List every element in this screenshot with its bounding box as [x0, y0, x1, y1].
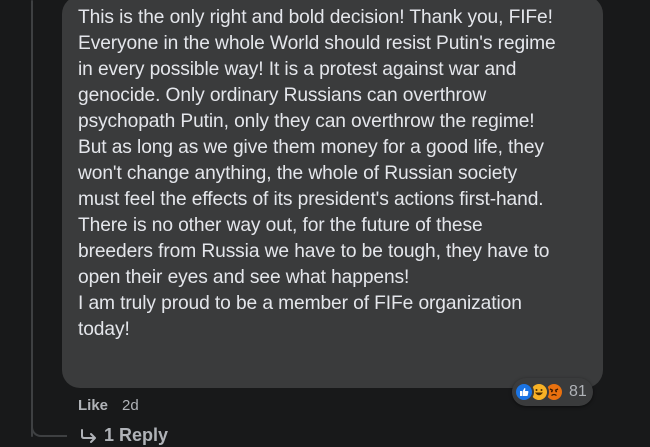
like-button[interactable]: Like — [78, 397, 108, 414]
reaction-count: 81 — [569, 383, 587, 400]
comment-bubble: This is the only right and bold decision… — [62, 0, 603, 388]
thread-line — [31, 0, 33, 437]
like-reaction-icon — [514, 382, 534, 402]
view-replies-button[interactable]: 1 Reply — [80, 425, 168, 446]
comment-actions: Like 2d — [78, 397, 139, 414]
comment-timestamp[interactable]: 2d — [122, 397, 139, 414]
thread-branch-connector — [31, 395, 67, 437]
comment-text: This is the only right and bold decision… — [78, 7, 556, 340]
replies-label: 1 Reply — [104, 425, 169, 445]
reply-arrow-icon — [80, 428, 98, 443]
reaction-summary[interactable]: 81 — [512, 378, 593, 406]
